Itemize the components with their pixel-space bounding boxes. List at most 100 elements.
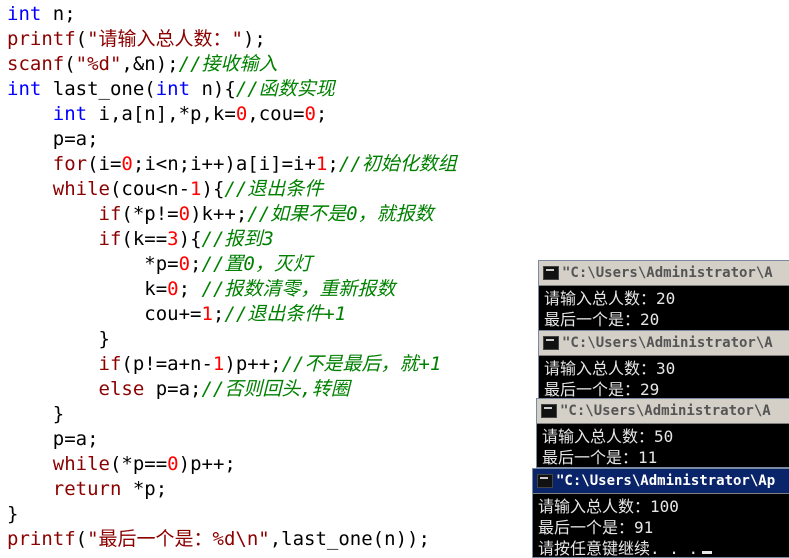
console-title-bar[interactable]: "C:\Users\Administrator\A	[539, 331, 789, 356]
code-token: scanf	[7, 53, 65, 75]
console-output-line: 请输入总人数：20	[544, 289, 676, 308]
code-line: for(i=0;i<n;i++)a[i]=i+1;//初始化数组	[7, 152, 457, 177]
code-token: (cou<n-	[109, 178, 191, 200]
code-token: p=a;	[7, 428, 99, 450]
code-token: 0	[167, 278, 179, 300]
code-token: n;	[41, 3, 76, 25]
console-icon	[543, 266, 559, 280]
code-token: //报到3	[201, 228, 274, 250]
code-token: p=a;	[144, 378, 202, 400]
code-token: //不是最后，就+1	[281, 353, 442, 375]
code-token: p=a;	[7, 128, 99, 150]
code-token: if	[98, 203, 122, 225]
code-line: else p=a;//否则回头,转圈	[7, 377, 350, 402]
code-token: *p=	[7, 253, 179, 275]
code-token: *p;	[121, 478, 168, 500]
code-token: k=	[7, 278, 168, 300]
console-title: "C:\Users\Administrator\A	[562, 335, 773, 351]
code-token: for	[52, 153, 88, 175]
code-token: (*p==	[109, 453, 168, 475]
code-token: 0	[167, 453, 179, 475]
code-token: 1	[201, 303, 213, 325]
console-icon	[537, 474, 553, 488]
code-line: }	[7, 402, 64, 427]
console-title: "C:\Users\Administrator\A	[560, 403, 771, 419]
code-line: int last_one(int n){//函数实现	[7, 77, 335, 102]
console-title: "C:\Users\Administrator\A	[562, 265, 773, 281]
code-token: //置0，灭灯	[201, 253, 312, 275]
code-token: if	[98, 353, 122, 375]
console-window-3[interactable]: "C:\Users\Administrator\A 请输入总人数：50 最后一个…	[536, 398, 789, 468]
console-icon	[541, 404, 557, 418]
code-token: int	[52, 103, 88, 125]
code-token: ;	[190, 253, 202, 275]
code-token: "最后一个是：%d\n"	[87, 528, 270, 550]
code-token: }	[7, 328, 110, 350]
code-token: int	[7, 78, 42, 100]
console-title-bar[interactable]: "C:\Users\Administrator\Ap	[533, 469, 789, 494]
code-line: int i,a[n],*p,k=0,cou=0;	[7, 102, 328, 127]
console-output-line: 请输入总人数：50	[542, 427, 674, 446]
code-token: //退出条件+1	[224, 303, 347, 325]
code-token: (p!=a+n-	[121, 353, 213, 375]
code-token: ,&n);	[121, 53, 179, 75]
code-token: }	[7, 403, 65, 425]
code-token: (	[64, 53, 76, 75]
code-token: //退出条件	[224, 178, 324, 200]
console-output-line: 最后一个是：91	[538, 518, 654, 537]
text-cursor-icon	[702, 551, 713, 554]
code-token: if	[98, 228, 122, 250]
console-output-line: 最后一个是：11	[542, 448, 658, 467]
code-token: cou+=	[7, 303, 202, 325]
console-title-bar[interactable]: "C:\Users\Administrator\A	[537, 399, 789, 424]
console-output-line: 最后一个是：20	[544, 310, 660, 329]
code-line: p=a;	[7, 427, 99, 452]
console-title-bar[interactable]: "C:\Users\Administrator\A	[539, 261, 789, 286]
code-line: p=a;	[7, 127, 99, 152]
code-token: );	[242, 28, 266, 50]
code-token: 0	[178, 203, 191, 225]
code-token: }	[7, 503, 19, 525]
code-token: //否则回头,转圈	[201, 378, 350, 400]
code-token: while	[52, 178, 110, 200]
console-window-1[interactable]: "C:\Users\Administrator\A 请输入总人数：20 最后一个…	[538, 260, 789, 332]
console-output-line: 请输入总人数：30	[544, 359, 676, 378]
console-title: "C:\Users\Administrator\Ap	[556, 473, 776, 489]
code-line: if(p!=a+n-1)p++;//不是最后，就+1	[7, 352, 442, 377]
code-line: if(*p!=0)k++;//如果不是0，就报数	[7, 202, 434, 227]
console-window-4[interactable]: "C:\Users\Administrator\Ap 请输入总人数：100 最后…	[532, 468, 789, 558]
code-token: )p++;	[178, 453, 236, 475]
code-token: )p++;	[224, 353, 282, 375]
code-token: ;	[327, 153, 339, 175]
code-token: (	[75, 28, 88, 50]
code-line: printf("请输入总人数：");	[7, 27, 266, 52]
code-token: 0	[235, 103, 248, 125]
code-token: ;	[315, 103, 328, 125]
code-token: 3	[167, 228, 179, 250]
console-window-2[interactable]: "C:\Users\Administrator\A 请输入总人数：30 最后一个…	[538, 330, 789, 400]
code-token: printf	[7, 28, 76, 50]
code-line: if(k==3){//报到3	[7, 227, 274, 252]
code-token: )k++;	[190, 203, 248, 225]
code-token: while	[52, 453, 110, 475]
code-token: //报数清零，重新报数	[201, 278, 396, 300]
code-token: //接收输入	[178, 53, 278, 75]
code-token: (	[75, 528, 88, 550]
code-token: (i=	[87, 153, 122, 175]
code-token: n){	[190, 78, 236, 100]
console-output-line: 请输入总人数：100	[538, 497, 679, 516]
code-token: //初始化数组	[338, 153, 457, 175]
code-token: last_one(	[41, 78, 156, 100]
code-token: 0	[121, 153, 133, 175]
code-token: 1	[212, 353, 225, 375]
code-token: ;	[212, 303, 225, 325]
code-token: printf	[7, 528, 76, 550]
code-token: (k==	[121, 228, 168, 250]
code-line: int n;	[7, 2, 76, 27]
